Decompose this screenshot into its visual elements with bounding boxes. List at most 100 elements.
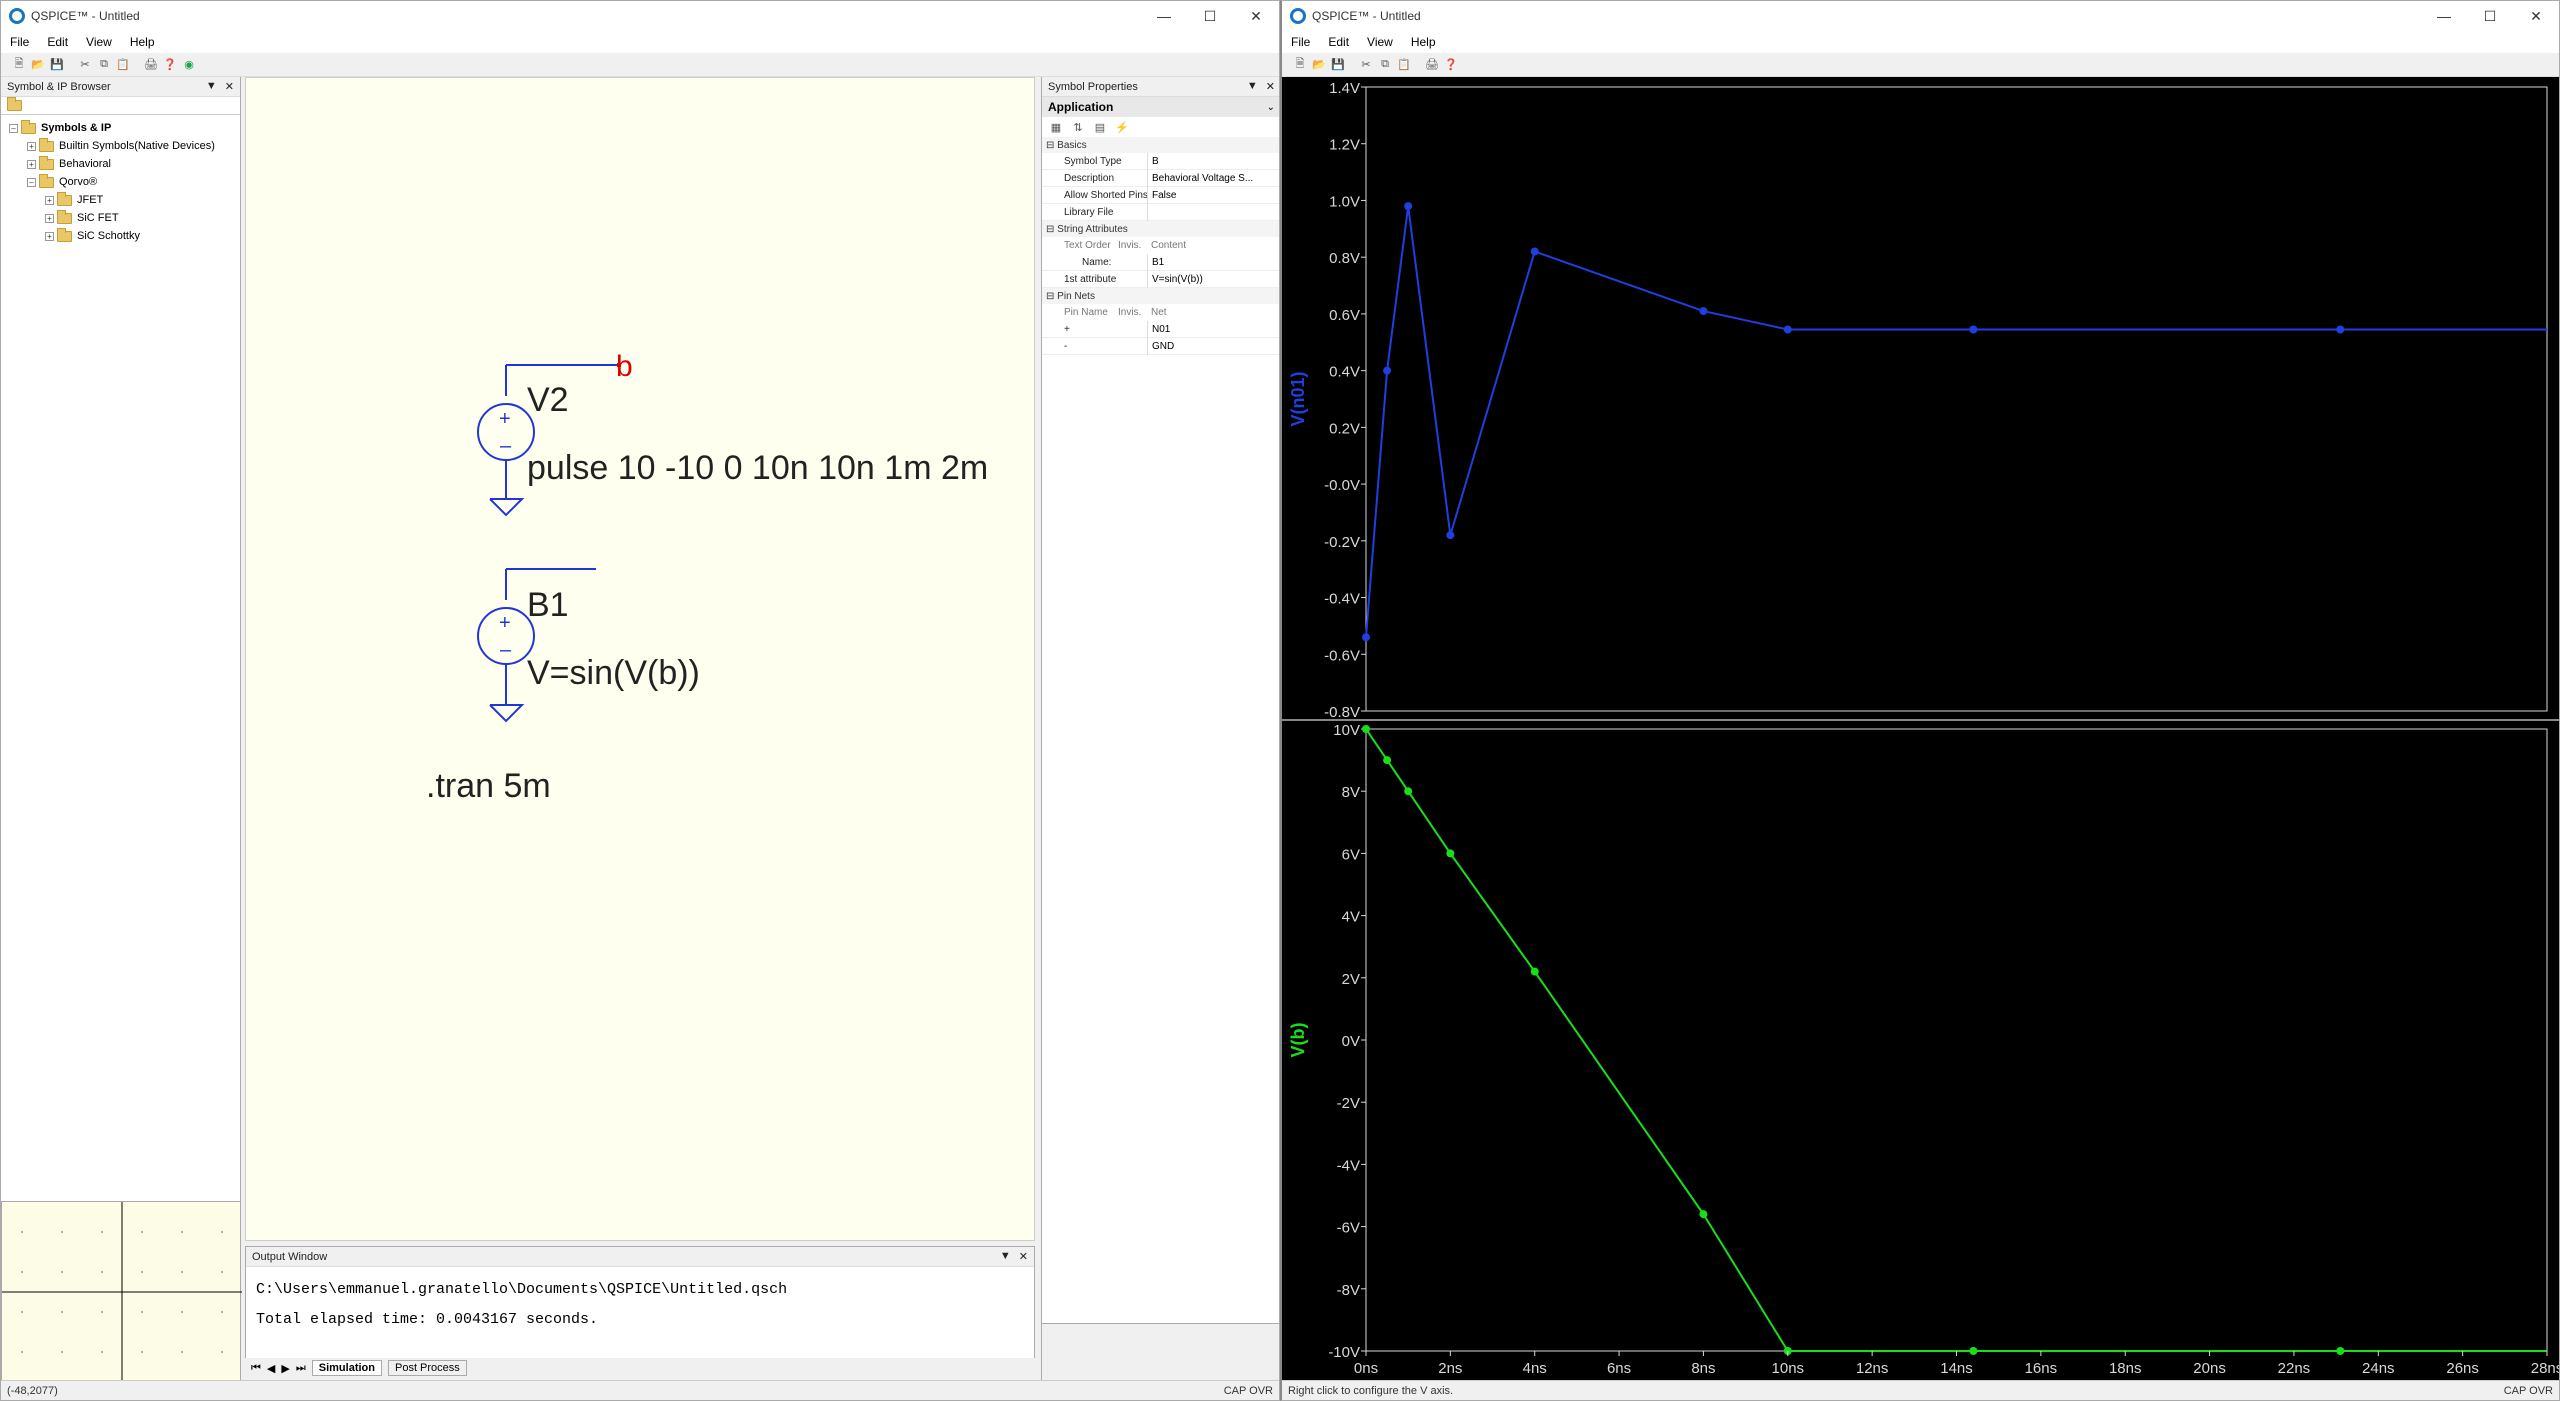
pane-close-icon[interactable]: ✕ [225,80,234,93]
help-icon[interactable]: ❓ [162,57,178,73]
prop-row[interactable]: Name: B1 [1042,253,1279,271]
collapse-icon[interactable]: – [27,177,36,187]
prop-category-basics[interactable]: ⊟ Basics [1042,137,1279,153]
last-icon[interactable]: ⏭ [296,1362,306,1375]
v2-value[interactable]: pulse 10 -10 0 10n 10n 1m 2m [527,449,988,487]
prop-category-pin-nets[interactable]: ⊟ Pin Nets [1042,288,1279,304]
plot-frame [1365,86,2548,712]
pane-close-icon[interactable]: ✕ [1266,80,1275,93]
help-icon[interactable]: ❓ [1443,57,1459,73]
properties-title: Symbol Properties [1048,80,1138,93]
open-icon[interactable]: 📂 [1311,57,1327,73]
sort-icon[interactable]: ⇅ [1070,119,1086,135]
status-bar: (-48,2077) CAP OVR [1,1380,1279,1400]
qspice-app-icon [1290,8,1306,24]
new-icon[interactable]: 🗎 [11,57,27,73]
minimize-button[interactable]: — [1141,1,1187,31]
properties-toolbar: ▦ ⇅ ▤ ⚡ [1042,117,1279,137]
pane-menu-icon[interactable]: ▼ [206,80,217,93]
tab-simulation[interactable]: Simulation [311,1360,382,1376]
maximize-button[interactable]: ☐ [1187,1,1233,31]
v2-name[interactable]: V2 [527,381,569,419]
y-tick-label: -10V [1328,1344,1360,1361]
pane-menu-icon[interactable]: ▼ [1000,1250,1011,1263]
tree-node-sic-schottky[interactable]: + SiC Schottky [9,227,240,245]
schematic-svg[interactable]: + – b V2 pulse 10 -10 0 10n 10n 1m 2m + … [246,78,1036,1242]
prop-row[interactable]: Library File [1042,203,1279,221]
net-label-b[interactable]: b [616,350,633,383]
tree-node-behavioral[interactable]: + Behavioral [9,155,240,173]
data-point [1383,366,1392,375]
menu-help[interactable]: Help [1402,35,1445,49]
paste-icon[interactable]: 📋 [1396,57,1412,73]
schematic-canvas[interactable]: + – b V2 pulse 10 -10 0 10n 10n 1m 2m + … [245,77,1035,1241]
prop-category-string-attributes[interactable]: ⊟ String Attributes [1042,221,1279,237]
maximize-button[interactable]: ☐ [2467,1,2513,31]
categorized-icon[interactable]: ▦ [1048,119,1064,135]
y-tick-label: -8V [1337,1282,1360,1299]
waveform-plot-area[interactable]: 1.4V 1.2V 1.0V 0.8V 0.6V 0.4V 0.2V -0.0V -0.2V -0… [1282,77,2560,1381]
new-icon[interactable]: 🗎 [1292,57,1308,73]
tree-node-builtin[interactable]: + Builtin Symbols(Native Devices) [9,137,240,155]
paste-icon[interactable]: 📋 [115,57,131,73]
expand-icon[interactable]: + [45,195,54,205]
expand-icon[interactable]: + [27,141,36,151]
menu-help[interactable]: Help [121,35,164,49]
close-button[interactable]: ✕ [1233,1,1279,31]
prop-row[interactable]: Allow Shorted Pins False [1042,186,1279,204]
prop-row[interactable]: + N01 [1042,320,1279,338]
waveform-svg[interactable]: 1.4V 1.2V 1.0V 0.8V 0.6V 0.4V 0.2V -0.0V -0.2V -0… [1282,77,2560,1381]
tree-node-symbols-ip[interactable]: – Symbols & IP [9,119,240,137]
expand-icon[interactable]: + [45,231,54,241]
tab-post-process[interactable]: Post Process [387,1360,467,1376]
run-icon[interactable]: ◉ [181,57,197,73]
x-tick-label: 24ns [2362,1360,2395,1377]
collapse-icon[interactable]: – [9,123,18,133]
open-icon[interactable]: 📂 [30,57,46,73]
minimize-button[interactable]: — [2421,1,2467,31]
save-icon[interactable]: 💾 [49,57,65,73]
cut-icon[interactable]: ✂ [77,57,93,73]
save-icon[interactable]: 💾 [1330,57,1346,73]
prop-row[interactable]: Symbol Type B [1042,152,1279,170]
pane-close-icon[interactable]: ✕ [1019,1250,1028,1263]
b1-name[interactable]: B1 [527,586,569,624]
menu-file[interactable]: File [1282,35,1319,49]
properties-icon[interactable]: ▤ [1092,119,1108,135]
copy-icon[interactable]: ⧉ [1377,57,1393,73]
menu-view[interactable]: View [77,35,121,49]
properties-section-select[interactable]: Application ⌄ [1042,97,1279,117]
prop-row[interactable]: Description Behavioral Voltage S... [1042,169,1279,187]
output-line: C:\Users\emmanuel.granatello\Documents\Q… [256,1281,788,1298]
first-icon[interactable]: ⏮ [251,1362,261,1375]
expand-icon[interactable]: + [27,159,36,169]
menu-file[interactable]: File [1,35,38,49]
next-icon[interactable]: ▶ [281,1362,289,1375]
print-icon[interactable]: 🖨 [1424,57,1440,73]
prop-row[interactable]: - GND [1042,337,1279,355]
b1-value[interactable]: V=sin(V(b)) [527,654,700,692]
close-button[interactable]: ✕ [2513,1,2559,31]
tree-node-jfet[interactable]: + JFET [9,191,240,209]
menu-edit[interactable]: Edit [1319,35,1358,49]
x-tick-label: 20ns [2193,1360,2226,1377]
tree-node-sic-fet[interactable]: + SiC FET [9,209,240,227]
minus-sign: – [500,435,512,457]
print-icon[interactable]: 🖨 [143,57,159,73]
y-tick-label: -4V [1337,1157,1360,1174]
events-icon[interactable]: ⚡ [1114,119,1130,135]
prev-icon[interactable]: ◀ [267,1362,275,1375]
tree-node-qorvo[interactable]: – Qorvo® [9,173,240,191]
x-tick-label: 22ns [2278,1360,2311,1377]
pane-menu-icon[interactable]: ▼ [1247,80,1258,93]
expand-icon[interactable]: + [45,213,54,223]
copy-icon[interactable]: ⧉ [96,57,112,73]
tran-directive[interactable]: .tran 5m [426,767,551,805]
browser-header: Symbol & IP Browser ▼ ✕ [1,77,240,97]
menu-edit[interactable]: Edit [38,35,77,49]
prop-row[interactable]: 1st attribute V=sin(V(b)) [1042,270,1279,288]
folder-open-icon[interactable] [7,97,22,111]
x-tick-label: 12ns [1856,1360,1889,1377]
menu-view[interactable]: View [1358,35,1402,49]
cut-icon[interactable]: ✂ [1358,57,1374,73]
